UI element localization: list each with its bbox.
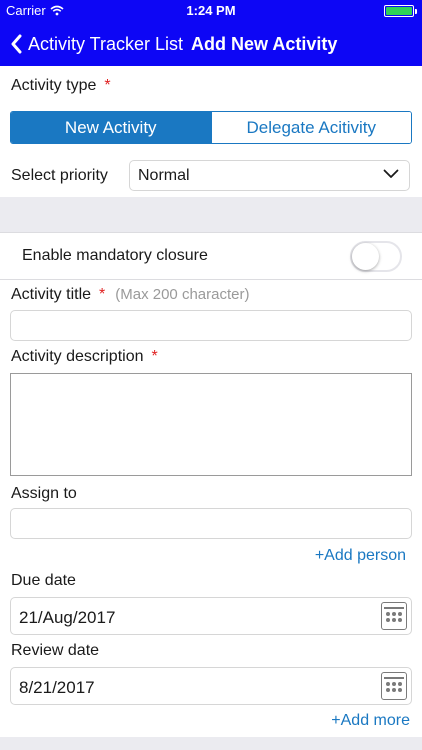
- required-marker: *: [104, 77, 111, 94]
- back-button-label: Activity Tracker List: [28, 33, 184, 54]
- due-date-value: 21/Aug/2017: [19, 608, 116, 627]
- activity-title-label: Activity title: [11, 286, 92, 303]
- battery-tip: [415, 9, 417, 14]
- status-bar: Carrier 1:24 PM: [0, 0, 422, 22]
- calendar-grid: [386, 612, 402, 622]
- battery-icon: [384, 5, 417, 17]
- activity-description-textarea[interactable]: [10, 373, 412, 476]
- priority-select[interactable]: Normal: [129, 160, 410, 191]
- back-button[interactable]: Activity Tracker List: [0, 34, 183, 55]
- add-more-link[interactable]: +Add more: [331, 712, 410, 730]
- review-date-label: Review date: [11, 642, 100, 659]
- due-date-field[interactable]: 21/Aug/2017: [10, 597, 412, 635]
- priority-label: Select priority: [11, 167, 108, 184]
- due-date-label: Due date: [11, 572, 76, 589]
- mandatory-closure-label: Enable mandatory closure: [22, 247, 208, 264]
- mandatory-closure-row: Enable mandatory closure: [0, 232, 422, 280]
- activity-title-input[interactable]: [10, 310, 412, 341]
- activity-description-label-row: Activity description *: [11, 348, 158, 366]
- calendar-grid: [386, 682, 402, 692]
- required-marker: *: [99, 286, 106, 303]
- activity-title-hint: (Max 200 character): [115, 286, 250, 303]
- dropdown-chevron-icon: [383, 169, 399, 178]
- section-divider: [0, 197, 422, 232]
- activity-type-label: Activity type: [11, 77, 97, 94]
- required-marker: *: [151, 348, 158, 365]
- assign-to-input[interactable]: [10, 508, 412, 539]
- segment-delegate-activity[interactable]: Delegate Acitivity: [210, 112, 411, 143]
- calendar-header-bar: [384, 677, 404, 679]
- toggle-knob: [352, 243, 379, 270]
- back-chevron-icon: [11, 34, 22, 54]
- priority-value: Normal: [138, 166, 190, 184]
- navigation-bar: Activity Tracker List Add New Activity: [0, 22, 422, 66]
- add-person-link[interactable]: +Add person: [315, 547, 406, 565]
- calendar-icon[interactable]: [381, 672, 407, 700]
- segment-new-activity[interactable]: New Activity: [11, 112, 211, 143]
- activity-description-label: Activity description: [11, 348, 144, 365]
- bottom-section-divider: [0, 737, 422, 750]
- activity-title-label-row: Activity title * (Max 200 character): [11, 286, 249, 304]
- calendar-header-bar: [384, 607, 404, 609]
- calendar-icon[interactable]: [381, 602, 407, 630]
- activity-type-label-row: Activity type *: [11, 77, 111, 95]
- battery-level: [386, 7, 412, 15]
- review-date-value: 8/21/2017: [19, 678, 95, 697]
- activity-type-segmented-control: New Activity Delegate Acitivity: [10, 111, 412, 144]
- status-time: 1:24 PM: [186, 3, 236, 18]
- page-title: Add New Activity: [191, 33, 338, 54]
- assign-to-label: Assign to: [11, 485, 77, 502]
- mandatory-closure-toggle[interactable]: [350, 241, 402, 272]
- review-date-field[interactable]: 8/21/2017: [10, 667, 412, 705]
